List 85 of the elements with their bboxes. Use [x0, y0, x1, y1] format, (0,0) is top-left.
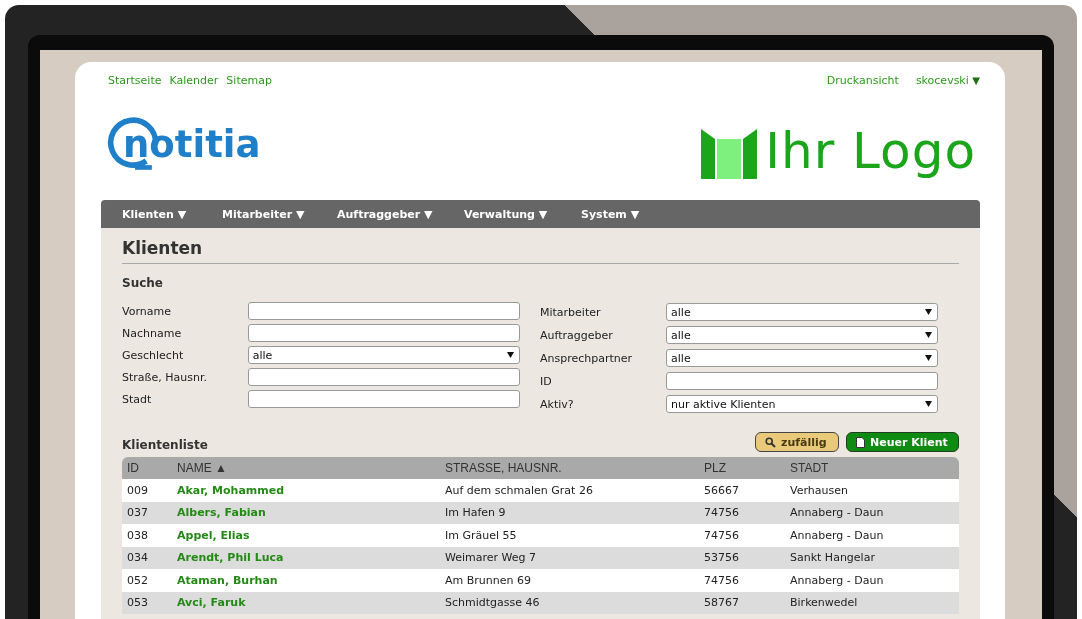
table-cell-text: Auf dem schmalen Grat 26 — [445, 483, 594, 497]
field-label: Nachname — [122, 326, 183, 340]
section-title: Suche — [122, 276, 164, 290]
dropdown-arrow-icon — [507, 352, 514, 358]
dropdown[interactable]: alle — [666, 326, 938, 344]
table-cell-text: 58767 — [704, 596, 740, 610]
table-cell-text: Weimarer Weg 7 — [445, 551, 538, 565]
search-icon — [765, 436, 776, 448]
table-cell-text: Annaberg - Daun — [790, 528, 885, 542]
table-cell-text: Schmidtgasse 46 — [445, 596, 541, 610]
random-button[interactable]: zufällig — [755, 432, 839, 452]
column-header[interactable]: STADT — [790, 461, 940, 475]
table-cell-text: 74756 — [704, 506, 740, 520]
table-cell-text: 034 — [126, 551, 149, 565]
field-label: Auftraggeber — [540, 328, 614, 342]
field-label: Aktiv? — [540, 397, 575, 411]
table-cell-text: 037 — [126, 506, 149, 520]
input-field[interactable] — [247, 368, 520, 386]
input-field[interactable] — [247, 390, 520, 408]
page-title: Klienten — [122, 238, 204, 260]
field-label: Mitarbeiter — [540, 305, 602, 319]
client-name-link[interactable]: Albers, Fabian — [177, 506, 445, 520]
dropdown[interactable]: nur aktive Klienten — [666, 395, 938, 413]
column-header[interactable]: ID — [122, 461, 177, 475]
table-cell-text: 53756 — [704, 551, 740, 565]
dropdown-arrow-icon — [925, 355, 932, 361]
client-name-link[interactable]: Avci, Faruk — [177, 596, 445, 610]
nav-link[interactable]: Kalender — [169, 74, 219, 94]
table-row[interactable]: 009 Akar, Mohammed Auf dem schmalen Grat 26 56667 Verhausen — [122, 479, 959, 502]
column-header[interactable]: PLZ — [704, 461, 790, 475]
table-cell-text: Birkenwedel — [790, 596, 859, 610]
print-link[interactable]: Druckansicht — [826, 74, 899, 94]
table-row[interactable]: 037 Albers, Fabian Im Hafen 9 74756 Annaberg - Daun — [122, 501, 959, 524]
column-header[interactable]: NAME ▲ — [177, 461, 445, 475]
input-field[interactable] — [247, 302, 520, 320]
table-cell-text: Sankt Hangelar — [790, 551, 876, 565]
menu-item[interactable]: Auftraggeber ▼ — [337, 207, 464, 221]
field-label: ID — [540, 374, 553, 388]
table-cell-text: Im Hafen 9 — [445, 506, 507, 520]
table-row[interactable]: 034 Arendt, Phil Luca Weimarer Weg 7 53756 Sankt Hangelar — [122, 546, 959, 569]
table-row[interactable]: 052 Ataman, Burhan Am Brunnen 69 74756 Annaberg - Daun — [122, 569, 959, 592]
dropdown[interactable]: alle — [666, 303, 938, 321]
nav-link[interactable]: Startseite — [108, 74, 162, 94]
dropdown[interactable]: alle — [666, 349, 938, 367]
table-cell-text: 053 — [126, 596, 149, 610]
field-label: Ansprechpartner — [540, 351, 634, 365]
table-cell-text: Im Gräuel 55 — [445, 528, 518, 542]
table-cell-text: 009 — [126, 483, 149, 497]
client-name-link[interactable]: Arendt, Phil Luca — [177, 551, 445, 565]
table-cell-text: 038 — [126, 528, 149, 542]
table-cell-text: 74756 — [704, 573, 740, 587]
field-label: Geschlecht — [122, 348, 185, 362]
table-cell-text: 74756 — [704, 528, 740, 542]
table-cell-text: Verhausen — [790, 483, 849, 497]
dropdown[interactable]: alle — [247, 346, 520, 364]
table-cell-text: Am Brunnen 69 — [445, 573, 532, 587]
section-title: Klientenliste — [122, 436, 208, 452]
nav-link[interactable]: Sitemap — [226, 74, 272, 94]
client-name-link[interactable]: Appel, Elias — [177, 528, 445, 542]
field-label: Vorname — [122, 304, 172, 318]
user-menu[interactable]: skocevski ▼ — [915, 74, 980, 94]
input-field[interactable] — [666, 372, 938, 390]
dropdown-arrow-icon — [925, 309, 932, 315]
table-row[interactable]: 053 Avci, Faruk Schmidtgasse 46 58767 Birkenwedel — [122, 591, 959, 614]
menu-item[interactable]: Klienten ▼ — [122, 207, 222, 221]
new-client-button[interactable]: Neuer Klient — [846, 432, 959, 452]
column-header[interactable]: STRASSE, HAUSNR. — [445, 461, 704, 475]
input-field[interactable] — [247, 324, 520, 342]
table-cell-text: 56667 — [704, 483, 740, 497]
table-cell-text: Annaberg - Daun — [790, 573, 885, 587]
document-icon — [856, 436, 865, 448]
dropdown-arrow-icon — [925, 332, 932, 338]
client-name-link[interactable]: Ataman, Burhan — [177, 573, 445, 587]
field-label: Stadt — [122, 392, 153, 406]
dropdown-arrow-icon — [925, 401, 932, 407]
client-name-link[interactable]: Akar, Mohammed — [177, 483, 445, 497]
table-cell-text: Annaberg - Daun — [790, 506, 885, 520]
field-label: Straße, Hausnr. — [122, 370, 208, 384]
placeholder-logo: Ihr Logo — [765, 123, 976, 179]
menu-item[interactable]: Mitarbeiter ▼ — [222, 207, 337, 221]
menu-item[interactable]: System ▼ — [581, 207, 640, 221]
logo: notitia — [107, 116, 263, 174]
table-cell-text: 052 — [126, 573, 149, 587]
table-row[interactable]: 038 Appel, Elias Im Gräuel 55 74756 Annaberg - Daun — [122, 524, 959, 547]
menu-item[interactable]: Verwaltung ▼ — [464, 207, 581, 221]
